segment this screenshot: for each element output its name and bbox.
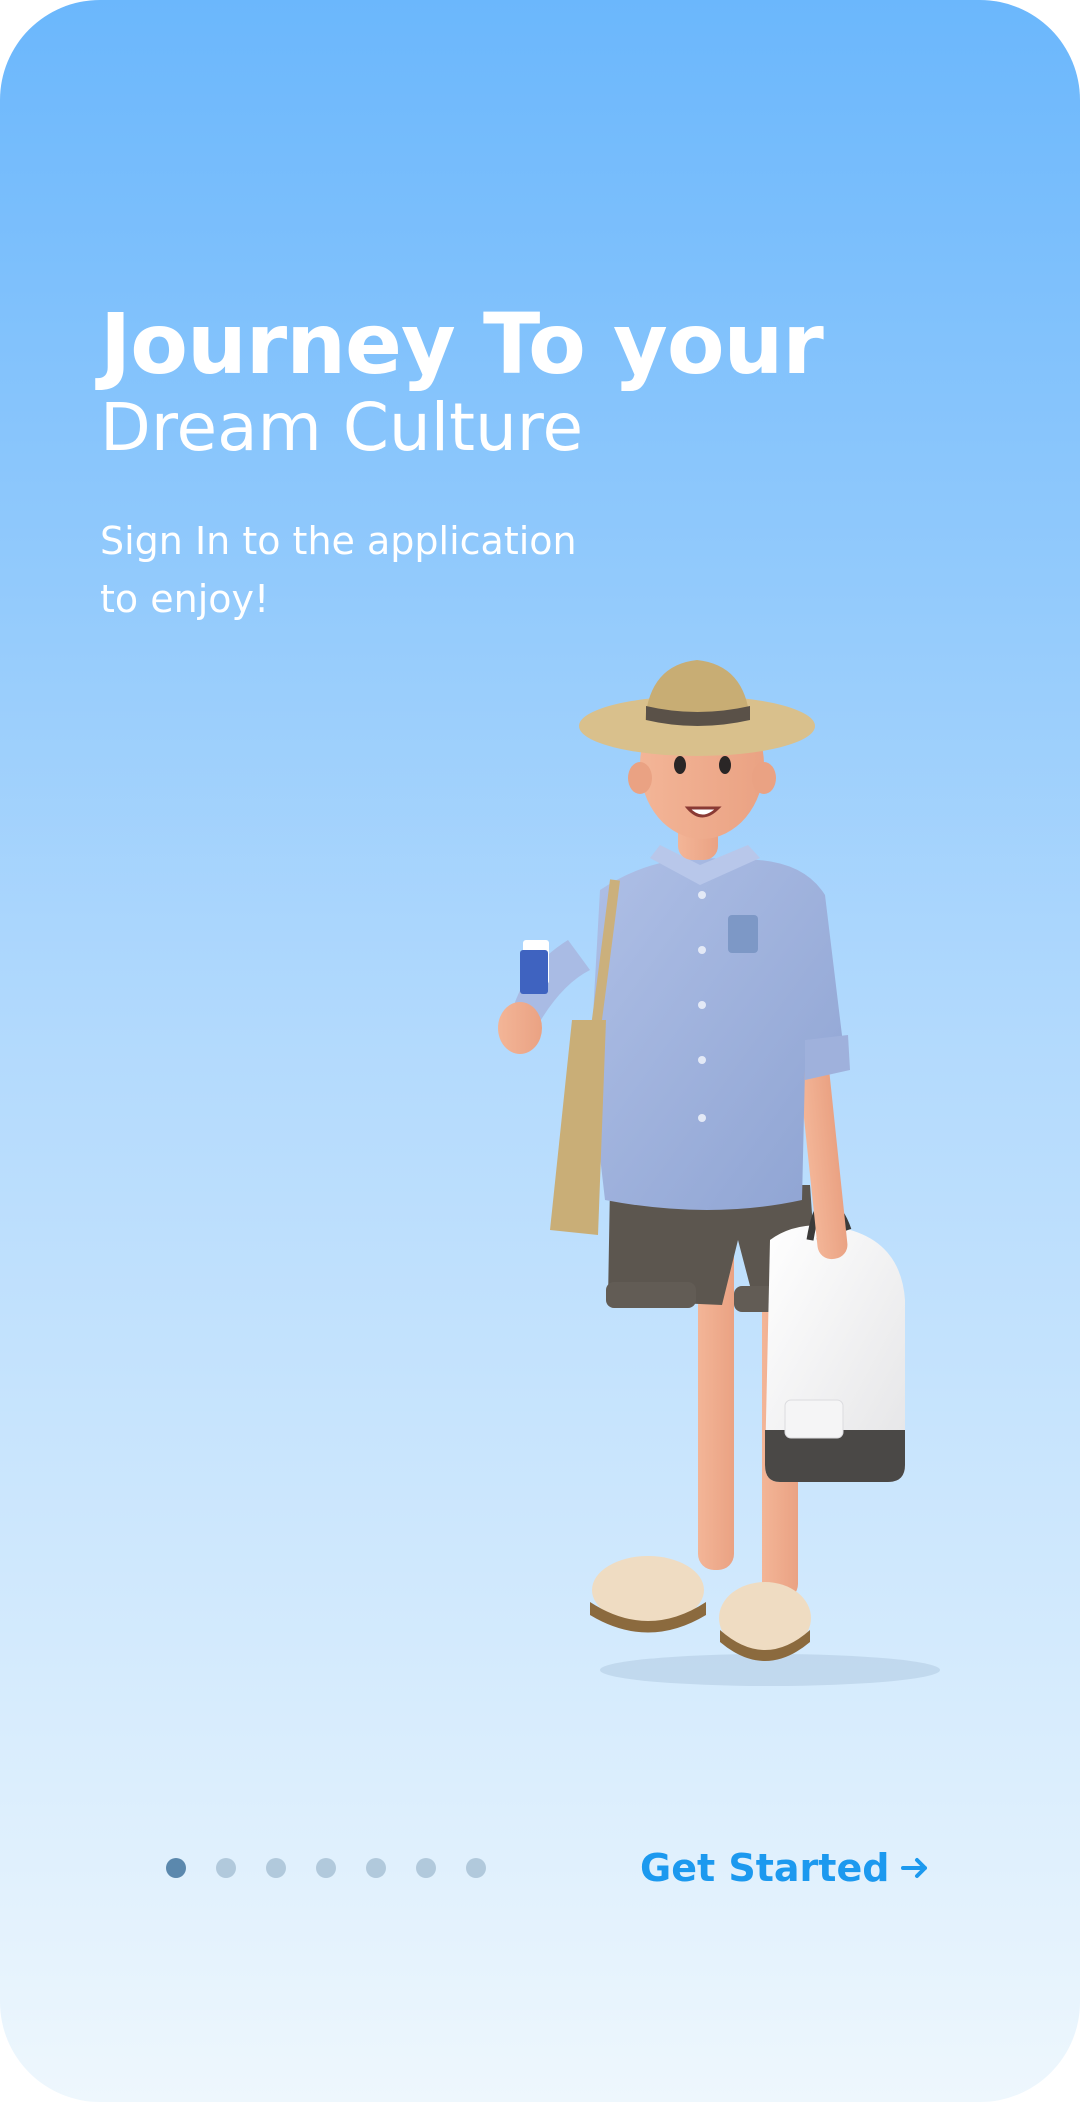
page-dot-active[interactable] [166,1858,186,1878]
headline: Journey To your Dream Culture [100,295,824,470]
headline-line-2: Dream Culture [100,389,584,466]
page-dot[interactable] [266,1858,286,1878]
page-dot[interactable] [216,1858,236,1878]
get-started-label: Get Started [640,1846,890,1890]
traveler-illustration-icon [498,660,940,1686]
page-dot[interactable] [416,1858,436,1878]
subtitle-line-1: Sign In to the application [100,519,577,563]
page-dot[interactable] [466,1858,486,1878]
onboarding-screen: Journey To your Dream Culture Sign In to… [0,0,1080,2102]
headline-line-1: Journey To your [100,295,824,393]
page-dot[interactable] [366,1858,386,1878]
page-indicator [166,1858,486,1878]
page-dot[interactable] [316,1858,336,1878]
subtitle-line-2: to enjoy! [100,577,270,621]
subtitle: Sign In to the application to enjoy! [100,512,577,628]
arrow-right-icon [901,1858,928,1878]
get-started-button[interactable]: Get Started [640,1840,931,1896]
